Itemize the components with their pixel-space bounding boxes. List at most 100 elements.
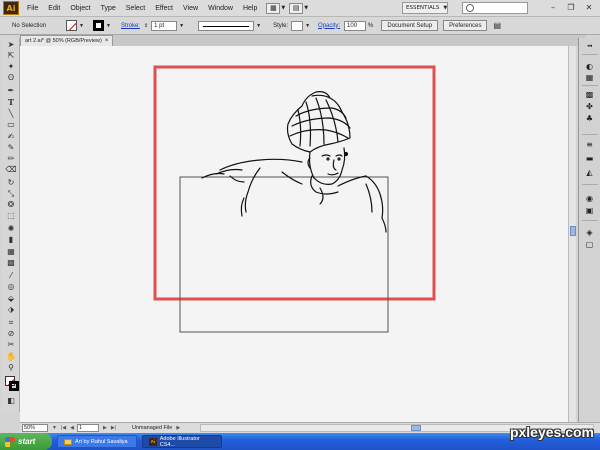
document-setup-button[interactable]: Document Setup <box>381 20 439 31</box>
search-input[interactable] <box>462 2 528 14</box>
warp-icon[interactable]: ❂ <box>5 200 17 210</box>
style-swatch[interactable] <box>291 20 304 31</box>
slice-icon[interactable]: ⊘ <box>5 329 17 339</box>
fill-swatch[interactable] <box>66 20 78 31</box>
prev-page-icon[interactable]: ◀ <box>70 425 74 431</box>
close-icon[interactable]: ✕ <box>582 2 596 13</box>
collapse-panels-icon[interactable]: ◂◂ <box>584 42 595 51</box>
symbols-icon[interactable]: ♣ <box>584 114 595 123</box>
stroke-swatch[interactable] <box>92 20 104 31</box>
swatches-icon[interactable]: ▩ <box>584 90 595 99</box>
chevron-down-icon[interactable]: ▼ <box>106 23 111 29</box>
menu-file[interactable]: File <box>22 5 43 12</box>
chevron-down-icon[interactable]: ▼ <box>179 23 184 29</box>
opacity-field[interactable]: 100 <box>344 20 367 31</box>
restore-icon[interactable]: ❐ <box>564 2 578 13</box>
scroll-thumb[interactable] <box>570 226 576 236</box>
magic-wand-icon[interactable]: ✦ <box>5 62 17 72</box>
gradient-panel-icon[interactable]: ▬ <box>584 154 595 163</box>
artboard-canvas[interactable] <box>20 46 568 422</box>
paintbrush-icon[interactable]: ✍ <box>5 132 17 142</box>
stroke-weight-field[interactable]: 1 pt <box>151 20 178 31</box>
chevron-down-icon[interactable]: ▼ <box>305 23 310 29</box>
bridge-icon[interactable]: ▦ <box>266 2 281 14</box>
menu-view[interactable]: View <box>178 5 203 12</box>
mesh-icon[interactable]: ▦ <box>5 247 17 257</box>
blob-brush-icon[interactable]: ✏ <box>5 154 17 164</box>
workspace-switcher[interactable]: ESSENTIALS ▼ <box>402 2 448 14</box>
style-label: Style: <box>273 22 289 29</box>
chevron-down-icon[interactable]: ▼ <box>79 23 84 29</box>
vertical-scrollbar[interactable] <box>568 46 576 422</box>
menu-window[interactable]: Window <box>203 5 238 12</box>
page-value: 1 <box>78 425 83 431</box>
taskbar-item-illustrator[interactable]: Ai Adobe Illustrator CS4... <box>142 435 222 448</box>
stroke-color-icon[interactable] <box>9 381 19 391</box>
eyedropper-icon[interactable]: ⁄ <box>5 271 17 281</box>
rectangle-icon[interactable]: ▭ <box>5 120 17 130</box>
gradient-icon[interactable]: ▩ <box>5 258 17 268</box>
color-guide-icon[interactable]: ▦ <box>584 73 595 82</box>
stroke-icon[interactable]: ≡ <box>584 140 595 149</box>
color-icon[interactable]: ◐ <box>584 62 595 71</box>
page-field[interactable]: 1 <box>76 424 99 432</box>
live-paint-icon[interactable]: ⬙ <box>5 294 17 304</box>
scroll-thumb[interactable] <box>411 425 422 431</box>
graphic-styles-icon[interactable]: ▣ <box>584 206 595 215</box>
crop-icon[interactable]: ⌗ <box>5 318 17 328</box>
column-graph-icon[interactable]: ▮ <box>5 235 17 245</box>
menu-object[interactable]: Object <box>65 5 95 12</box>
selection-tool-icon[interactable]: ➤ <box>5 40 17 50</box>
blend-icon[interactable]: ◎ <box>5 282 17 292</box>
arrange-documents-icon[interactable]: ▤ <box>289 2 304 14</box>
chevron-down-icon[interactable]: ▼ <box>304 5 308 11</box>
pencil-icon[interactable]: ✎ <box>5 143 17 153</box>
start-button[interactable]: start <box>0 433 52 450</box>
tab-document[interactable]: art 2.ai* @ 50% (RGB/Preview) × <box>20 35 114 46</box>
zoom-icon[interactable]: ⚲ <box>5 363 17 373</box>
brushes-icon[interactable]: ✤ <box>584 102 595 111</box>
next-page-icon[interactable]: ▶ <box>103 425 107 431</box>
appearance-icon[interactable]: ◉ <box>584 194 595 203</box>
menu-select[interactable]: Select <box>121 5 150 12</box>
preferences-button[interactable]: Preferences <box>443 20 488 31</box>
brush-definition[interactable] <box>198 20 255 31</box>
panel-menu-icon[interactable]: ▤ <box>493 21 501 30</box>
draw-mode-icon[interactable]: ◧ <box>5 396 17 406</box>
eraser-icon[interactable]: ⌫ <box>5 165 17 175</box>
close-icon[interactable]: × <box>105 38 109 44</box>
line-icon[interactable]: ╲ <box>5 109 17 119</box>
zoom-field[interactable]: 50% <box>22 424 48 432</box>
transparency-icon[interactable]: ◭ <box>584 168 595 177</box>
chevron-down-icon[interactable]: ▼ <box>52 425 57 431</box>
first-page-icon[interactable]: |◀ <box>61 425 66 431</box>
scissors-icon[interactable]: ✂ <box>5 340 17 350</box>
type-icon[interactable]: T <box>5 97 17 107</box>
menu-help[interactable]: Help <box>238 5 262 12</box>
menu-effect[interactable]: Effect <box>150 5 178 12</box>
layers-icon[interactable]: ◈ <box>584 228 595 237</box>
last-page-icon[interactable]: ▶| <box>111 425 116 431</box>
taskbar-item-folder[interactable]: Art by Rahul Savaliya <box>57 435 137 448</box>
workspace-label: ESSENTIALS <box>406 5 440 11</box>
status-menu-icon[interactable]: ▶ <box>176 425 180 431</box>
live-paint-select-icon[interactable]: ⬗ <box>5 305 17 315</box>
minimize-icon[interactable]: – <box>546 2 560 13</box>
hand-icon[interactable]: ✋ <box>5 352 17 362</box>
symbol-sprayer-icon[interactable]: ✺ <box>5 224 17 234</box>
pen-icon[interactable]: ✒ <box>5 86 17 96</box>
rotate-icon[interactable]: ↻ <box>5 178 17 188</box>
opacity-link[interactable]: Opacity: <box>318 23 340 29</box>
menu-type[interactable]: Type <box>96 5 121 12</box>
direct-selection-tool-icon[interactable]: ⇱ <box>5 51 17 61</box>
panel-dock: ◂◂ ◐ ▦ ▩ ✤ ♣ ≡ ▬ ◭ ◉ ▣ ◈ ▢ <box>578 38 600 422</box>
free-transform-icon[interactable]: ⬚ <box>5 211 17 221</box>
menu-edit[interactable]: Edit <box>43 5 65 12</box>
chevron-down-icon[interactable]: ▼ <box>281 5 285 11</box>
artboards-icon[interactable]: ▢ <box>584 240 595 249</box>
stroke-link[interactable]: Stroke: <box>121 23 140 29</box>
scale-icon[interactable]: ⤡ <box>5 189 17 199</box>
lasso-icon[interactable]: ʘ <box>5 73 17 83</box>
chevron-down-icon[interactable]: ▼ <box>256 23 261 29</box>
stepper-icon[interactable]: ⇕ <box>144 23 148 29</box>
